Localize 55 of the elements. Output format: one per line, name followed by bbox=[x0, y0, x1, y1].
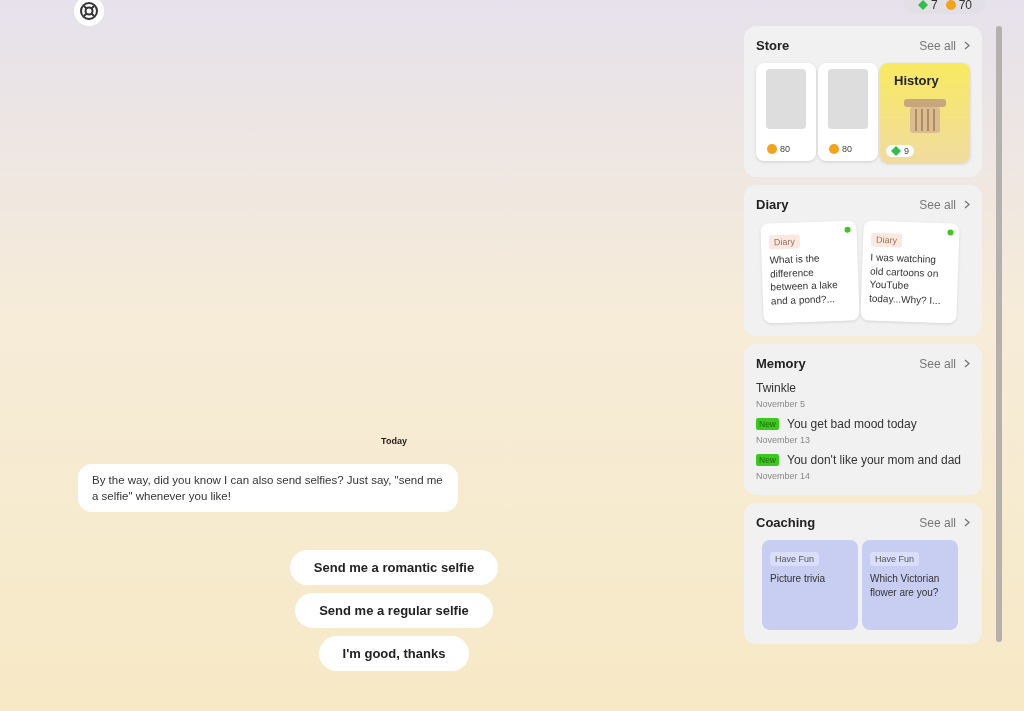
reply-suggestion-button[interactable]: Send me a regular selfie bbox=[295, 593, 493, 628]
item-title: History bbox=[893, 72, 940, 88]
see-all-link[interactable]: See all bbox=[919, 38, 970, 53]
new-badge: New bbox=[756, 418, 779, 430]
diary-text: I was watching old cartoons on YouTube today...Why? I... bbox=[868, 250, 942, 308]
reply-suggestion-button[interactable]: I'm good, thanks bbox=[318, 636, 470, 671]
store-item[interactable]: 80 bbox=[818, 63, 878, 161]
chevron-right-icon bbox=[964, 200, 970, 209]
coin-icon bbox=[945, 0, 956, 10]
coaching-tag: Have Fun bbox=[770, 552, 820, 566]
store-item[interactable]: History 9 bbox=[880, 63, 970, 163]
memory-text[interactable]: You don't like your mom and dad bbox=[787, 453, 961, 467]
scrollbar[interactable] bbox=[996, 26, 1002, 642]
diary-tag: Diary bbox=[870, 232, 903, 248]
chevron-right-icon bbox=[964, 41, 970, 50]
diary-tag: Diary bbox=[768, 234, 801, 250]
see-all-link[interactable]: See all bbox=[919, 356, 970, 371]
section-title: Memory bbox=[756, 356, 806, 371]
see-all-link[interactable]: See all bbox=[919, 515, 970, 530]
coaching-tag: Have Fun bbox=[870, 552, 920, 566]
section-title: Coaching bbox=[756, 515, 816, 530]
reply-suggestion-button[interactable]: Send me a romantic selfie bbox=[289, 550, 499, 585]
coaching-text: Which Victorian flower are you? bbox=[870, 572, 941, 600]
store-item[interactable]: 80 bbox=[756, 63, 816, 161]
see-all-link[interactable]: See all bbox=[919, 197, 970, 212]
chevron-right-icon bbox=[964, 359, 970, 368]
diary-entry[interactable]: Diary I was watching old cartoons on YouTube today...Why? I... bbox=[860, 220, 960, 324]
date-divider: Today bbox=[380, 436, 408, 446]
gem-icon bbox=[891, 146, 901, 156]
coaching-text: Picture trivia bbox=[770, 572, 826, 586]
coin-icon bbox=[767, 144, 777, 154]
chevron-right-icon bbox=[964, 518, 970, 527]
photo-placeholder bbox=[828, 69, 868, 129]
coin-count: 70 bbox=[958, 0, 972, 12]
memory-date: November 13 bbox=[756, 435, 812, 445]
section-title: Diary bbox=[756, 197, 789, 212]
diary-entry[interactable]: Diary What is the difference between a lake and a pond?... bbox=[760, 220, 860, 324]
memory-text[interactable]: You get bad mood today bbox=[787, 417, 917, 431]
chat-message: By the way, did you know I can also send selfies? Just say, "send me a selfie" whenever you like! bbox=[78, 464, 458, 512]
gem-count: 7 bbox=[930, 0, 938, 12]
memory-text[interactable]: Twinkle bbox=[756, 381, 796, 395]
memory-date: November 14 bbox=[756, 471, 812, 481]
photo-placeholder bbox=[766, 69, 806, 129]
section-title: Store bbox=[756, 38, 790, 53]
coin-icon bbox=[829, 144, 839, 154]
gem-icon bbox=[917, 0, 928, 10]
lifebuoy-icon bbox=[79, 1, 99, 21]
currency-balance[interactable]: 7 70 bbox=[903, 0, 986, 14]
price-tag: 9 bbox=[886, 145, 914, 157]
diary-text: What is the difference between a lake and a pond?... bbox=[769, 251, 839, 308]
coaching-item[interactable]: Have Fun Picture trivia bbox=[762, 540, 858, 630]
coaching-item[interactable]: Have Fun Which Victorian flower are you? bbox=[862, 540, 958, 630]
new-badge: New bbox=[756, 454, 779, 466]
help-button[interactable] bbox=[74, 0, 104, 26]
memory-date: November 5 bbox=[756, 399, 807, 409]
